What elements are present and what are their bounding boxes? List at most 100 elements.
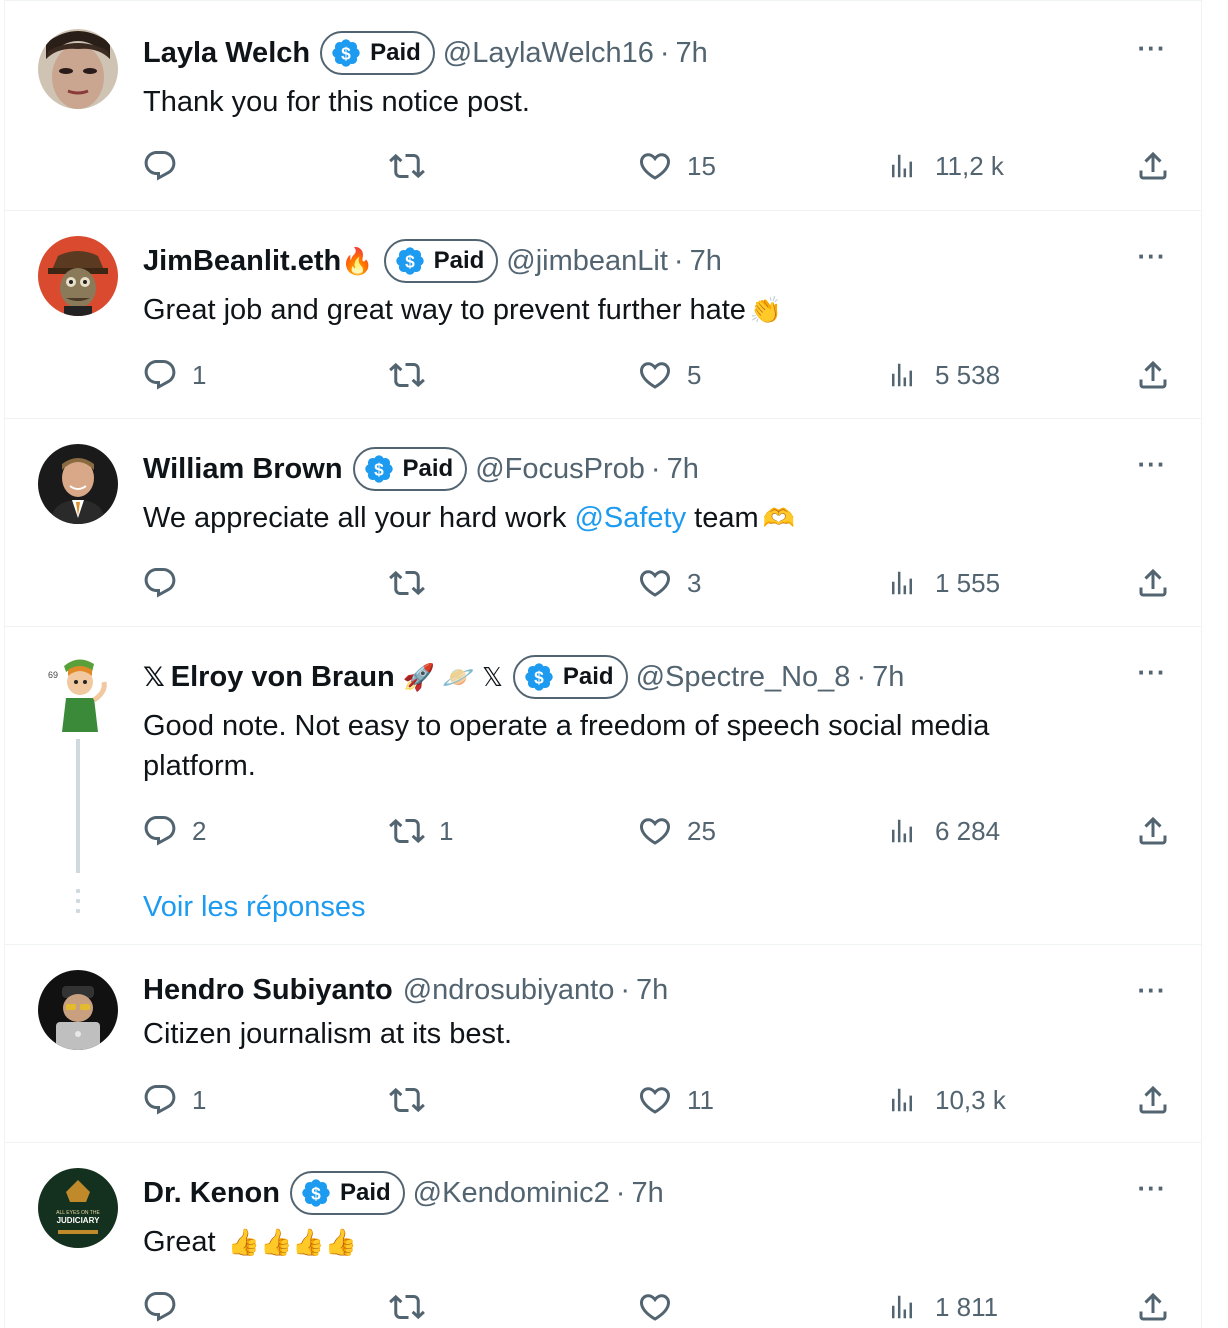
author-name[interactable]: William Brown <box>143 453 343 486</box>
heart-icon <box>637 148 673 184</box>
like-button[interactable]: 11 <box>637 1078 714 1122</box>
reply-item[interactable]: ALL EYES ON THE JUDICIARY Dr. Kenon Paid … <box>5 1143 1201 1328</box>
reply-button[interactable] <box>142 144 192 188</box>
repost-button[interactable] <box>389 561 439 605</box>
more-icon[interactable]: ··· <box>1135 973 1169 1007</box>
views-button[interactable]: 6 284 <box>887 809 1000 853</box>
badge-label: Paid <box>433 247 485 274</box>
share-button[interactable] <box>1135 809 1185 853</box>
action-bar: 2 1 25 6 284 <box>5 809 1201 853</box>
more-icon[interactable]: ··· <box>1135 447 1169 481</box>
views-button[interactable]: 11,2 k <box>887 144 1004 188</box>
clap-emoji: 👏 <box>749 295 783 325</box>
text-part: Great <box>143 1226 224 1258</box>
avatar[interactable] <box>38 444 118 524</box>
author-handle[interactable]: @LaylaWelch16 <box>443 37 654 70</box>
share-button[interactable] <box>1135 144 1185 188</box>
mention-link[interactable]: @Safety <box>574 502 686 534</box>
reply-text: Citizen journalism at its best. <box>143 1014 1063 1054</box>
action-bar: 1 5 5 538 <box>5 353 1201 397</box>
reply-button[interactable] <box>142 1285 192 1328</box>
author-handle[interactable]: @ndrosubiyanto <box>403 974 615 1007</box>
timestamp[interactable]: 7h <box>872 661 904 694</box>
show-replies-link[interactable]: Voir les réponses <box>143 891 365 924</box>
like-button[interactable]: 25 <box>637 809 716 853</box>
heart-icon <box>637 813 673 849</box>
paid-badge[interactable]: Paid <box>320 31 435 75</box>
action-bar: 15 11,2 k <box>5 144 1201 188</box>
avatar[interactable] <box>38 29 118 109</box>
badge-label: Paid <box>562 663 614 690</box>
action-bar: 1 811 <box>5 1285 1201 1328</box>
repost-button[interactable] <box>389 1078 439 1122</box>
reply-button[interactable]: 1 <box>142 1078 206 1122</box>
timestamp[interactable]: 7h <box>636 974 668 1007</box>
reply-item[interactable]: JimBeanlit.eth 🔥 Paid @jimbeanLit · 7h ·… <box>5 211 1201 419</box>
reply-item[interactable]: Layla Welch Paid @LaylaWelch16 · 7h ··· … <box>5 0 1201 211</box>
repost-button[interactable]: 1 <box>389 809 453 853</box>
author-name[interactable]: Elroy von Braun <box>171 661 395 694</box>
like-button[interactable]: 3 <box>637 561 701 605</box>
views-button[interactable]: 5 538 <box>887 353 1000 397</box>
repost-icon <box>389 1289 425 1325</box>
like-count: 11 <box>687 1084 714 1115</box>
avatar[interactable]: 69 <box>38 652 118 732</box>
reply-item[interactable]: William Brown Paid @FocusProb · 7h ··· W… <box>5 419 1201 627</box>
reply-icon <box>142 565 178 601</box>
fire-emoji: 🔥 <box>341 245 374 276</box>
views-button[interactable]: 1 555 <box>887 561 1000 605</box>
view-count: 11,2 k <box>935 150 1004 181</box>
author-name[interactable]: Hendro Subiyanto <box>143 974 393 1007</box>
avatar[interactable] <box>38 970 118 1050</box>
repost-button[interactable] <box>389 353 439 397</box>
views-button[interactable]: 10,3 k <box>887 1078 1006 1122</box>
paid-badge[interactable]: Paid <box>352 447 468 491</box>
author-handle[interactable]: @jimbeanLit <box>506 245 668 278</box>
reply-item[interactable]: Hendro Subiyanto @ndrosubiyanto · 7h ···… <box>5 945 1201 1143</box>
timestamp[interactable]: 7h <box>676 37 708 70</box>
separator: · <box>620 973 631 1006</box>
reply-button[interactable]: 1 <box>142 353 206 397</box>
share-button[interactable] <box>1135 353 1185 397</box>
reply-button[interactable]: 2 <box>142 809 206 853</box>
reply-button[interactable] <box>142 561 192 605</box>
paid-badge[interactable]: Paid <box>512 655 628 699</box>
author-name[interactable]: Dr. Kenon <box>143 1177 280 1210</box>
author-handle[interactable]: @Kendominic2 <box>413 1177 610 1210</box>
view-count: 1 811 <box>935 1291 999 1322</box>
timestamp[interactable]: 7h <box>667 453 699 486</box>
like-button[interactable]: 5 <box>637 353 701 397</box>
like-count: 15 <box>687 150 716 181</box>
share-button[interactable] <box>1135 1078 1185 1122</box>
reply-item[interactable]: 69 𝕏 Elroy von Braun 🚀 🪐 𝕏 Paid @Spectre… <box>5 627 1201 945</box>
paid-badge[interactable]: Paid <box>383 239 499 283</box>
text-part: team <box>686 502 759 534</box>
more-icon[interactable]: ··· <box>1135 655 1169 689</box>
author-name[interactable]: Layla Welch <box>143 37 310 70</box>
text-part: Great job and great way to prevent furth… <box>143 294 746 326</box>
avatar[interactable]: ALL EYES ON THE JUDICIARY <box>38 1168 118 1248</box>
heart-icon <box>637 1289 673 1325</box>
repost-button[interactable] <box>389 144 439 188</box>
like-button[interactable]: 15 <box>637 144 716 188</box>
more-icon[interactable]: ··· <box>1135 239 1169 273</box>
views-button[interactable]: 1 811 <box>887 1285 998 1328</box>
reply-icon <box>142 813 178 849</box>
reply-icon <box>142 148 178 184</box>
replies-feed: Layla Welch Paid @LaylaWelch16 · 7h ··· … <box>4 0 1202 1328</box>
avatar[interactable] <box>38 236 118 316</box>
more-icon[interactable]: ··· <box>1135 1171 1169 1205</box>
more-icon[interactable]: ··· <box>1135 31 1169 65</box>
verified-paid-badge-icon <box>523 661 555 693</box>
timestamp[interactable]: 7h <box>690 245 722 278</box>
author-name[interactable]: JimBeanlit.eth <box>143 245 341 278</box>
share-button[interactable] <box>1135 561 1185 605</box>
repost-icon <box>389 1082 425 1118</box>
repost-button[interactable] <box>389 1285 439 1328</box>
timestamp[interactable]: 7h <box>631 1177 663 1210</box>
like-button[interactable] <box>637 1285 687 1328</box>
author-handle[interactable]: @Spectre_No_8 <box>636 661 851 694</box>
share-button[interactable] <box>1135 1285 1185 1328</box>
author-handle[interactable]: @FocusProb <box>475 453 645 486</box>
paid-badge[interactable]: Paid <box>289 1171 405 1215</box>
